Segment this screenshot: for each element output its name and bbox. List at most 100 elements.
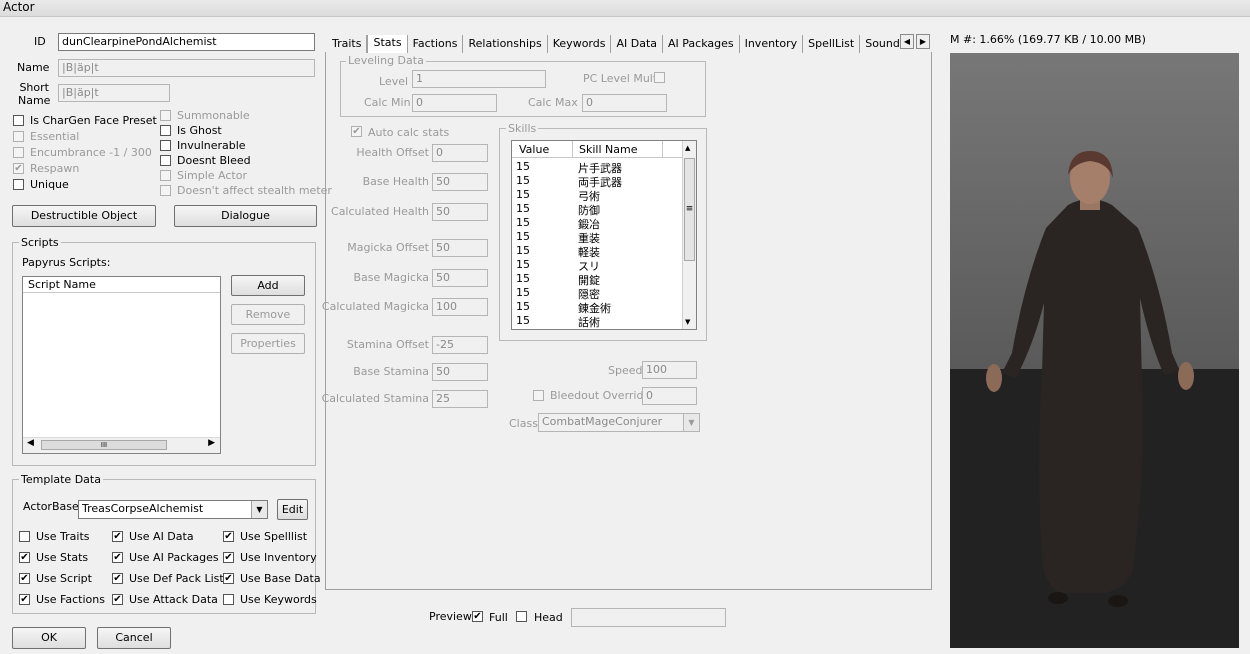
- properties-button[interactable]: Properties: [231, 333, 305, 354]
- skill-row[interactable]: 15 弓術: [512, 188, 682, 203]
- skill-row[interactable]: 15 鍛冶: [512, 216, 682, 231]
- skills-scroll-thumb[interactable]: ≡: [684, 158, 695, 261]
- template-option-checkbox[interactable]: ✔: [112, 573, 123, 584]
- class-select[interactable]: CombatMageConjurer ▼: [538, 413, 700, 432]
- bleedout-checkbox[interactable]: [533, 390, 544, 401]
- level-input[interactable]: 1: [412, 70, 546, 88]
- dialogue-button[interactable]: Dialogue: [174, 205, 317, 227]
- flag-label: Doesnt Bleed: [177, 154, 251, 167]
- auto-calc-checkbox[interactable]: ✔: [351, 126, 362, 137]
- speed-input[interactable]: 100: [642, 361, 697, 379]
- preview-head-checkbox[interactable]: [516, 611, 527, 622]
- short-name-input[interactable]: |B|äp|t: [58, 84, 170, 102]
- flag-checkbox[interactable]: [13, 147, 24, 158]
- tab-scroll-right-icon[interactable]: ▶: [916, 34, 930, 49]
- template-option-checkbox[interactable]: ✔: [223, 531, 234, 542]
- flag-label: Is CharGen Face Preset: [30, 114, 157, 127]
- tab-stats[interactable]: Stats: [367, 35, 408, 53]
- stat-field-input[interactable]: 50: [432, 203, 488, 221]
- dropdown-arrow-icon[interactable]: ▼: [251, 501, 267, 518]
- stat-field-input[interactable]: 50: [432, 239, 488, 257]
- tab-scroll-left-icon[interactable]: ◀: [900, 34, 914, 49]
- add-script-button[interactable]: Add: [231, 275, 305, 296]
- skill-row[interactable]: 15 片手武器: [512, 160, 682, 175]
- flag-checkbox[interactable]: [160, 140, 171, 151]
- skill-row[interactable]: 15 両手武器: [512, 174, 682, 189]
- skills-vscrollbar[interactable]: ▲ ≡ ▼: [682, 141, 696, 329]
- tab-keywords[interactable]: Keywords: [548, 35, 612, 53]
- template-option-checkbox[interactable]: ✔: [223, 573, 234, 584]
- stat-field-input[interactable]: 0: [432, 144, 488, 162]
- stat-field-input[interactable]: 50: [432, 363, 488, 381]
- scroll-left-icon[interactable]: ◀: [27, 438, 34, 448]
- flag-checkbox[interactable]: [160, 125, 171, 136]
- skill-row[interactable]: 15 防御: [512, 202, 682, 217]
- id-input[interactable]: dunClearpinePondAlchemist: [58, 33, 315, 51]
- edit-template-button[interactable]: Edit: [277, 499, 308, 520]
- stat-field-input[interactable]: 50: [432, 173, 488, 191]
- class-dropdown-arrow-icon[interactable]: ▼: [683, 414, 699, 431]
- cancel-button[interactable]: Cancel: [97, 627, 171, 649]
- pc-level-mult-checkbox[interactable]: [654, 72, 665, 83]
- stat-field-input[interactable]: 25: [432, 390, 488, 408]
- remove-script-button[interactable]: Remove: [231, 304, 305, 325]
- template-option-checkbox[interactable]: [19, 531, 30, 542]
- skill-row[interactable]: 15 錬金術: [512, 300, 682, 315]
- tab-spelllist[interactable]: SpellList: [803, 35, 861, 53]
- bleedout-input[interactable]: 0: [642, 387, 697, 405]
- template-option-checkbox[interactable]: ✔: [19, 594, 30, 605]
- flag-checkbox[interactable]: [160, 170, 171, 181]
- template-option-checkbox[interactable]: ✔: [112, 531, 123, 542]
- ok-button[interactable]: OK: [12, 627, 86, 649]
- template-option-checkbox[interactable]: ✔: [112, 552, 123, 563]
- skill-row[interactable]: 15 話術: [512, 314, 682, 329]
- tab-traits[interactable]: Traits: [327, 35, 368, 53]
- tab-ai-data[interactable]: AI Data: [611, 35, 663, 53]
- template-option-checkbox[interactable]: ✔: [19, 573, 30, 584]
- flag-checkbox[interactable]: [160, 185, 171, 196]
- scroll-down-icon[interactable]: ▼: [685, 318, 690, 326]
- skill-name-column[interactable]: Skill Name: [579, 143, 637, 156]
- scroll-thumb[interactable]: III: [41, 440, 167, 450]
- flag-label: Is Ghost: [177, 124, 222, 137]
- skill-row[interactable]: 15 重装: [512, 230, 682, 245]
- stat-field-input[interactable]: -25: [432, 336, 488, 354]
- skill-row[interactable]: 15 開錠: [512, 272, 682, 287]
- name-input[interactable]: |B|äp|t: [58, 59, 315, 77]
- flag-checkbox[interactable]: [13, 131, 24, 142]
- destructible-object-button[interactable]: Destructible Object: [12, 205, 156, 227]
- tab-inventory[interactable]: Inventory: [740, 35, 804, 53]
- skill-row[interactable]: 15 隠密: [512, 286, 682, 301]
- scroll-right-icon[interactable]: ▶: [208, 438, 215, 448]
- skills-list[interactable]: Value Skill Name 15 片手武器 15 両手武器 15 弓術 15 防御 15 鍛…: [511, 140, 697, 330]
- actorbase-select[interactable]: TreasCorpseAlchemist ▼: [78, 500, 268, 519]
- flag-checkbox[interactable]: [160, 155, 171, 166]
- tab-factions[interactable]: Factions: [408, 35, 464, 53]
- calc-min-input[interactable]: 0: [412, 94, 497, 112]
- script-list-hscrollbar[interactable]: ◀ III ▶: [23, 437, 220, 453]
- flag-checkbox[interactable]: [13, 179, 24, 190]
- scroll-up-icon[interactable]: ▲: [685, 144, 690, 152]
- flag-checkbox[interactable]: [13, 115, 24, 126]
- template-option-checkbox[interactable]: ✔: [112, 594, 123, 605]
- calc-max-input[interactable]: 0: [582, 94, 667, 112]
- tab-ai-packages[interactable]: AI Packages: [663, 35, 740, 53]
- template-option-checkbox[interactable]: ✔: [223, 552, 234, 563]
- preview-full-checkbox[interactable]: ✔: [472, 611, 483, 622]
- stat-field-input[interactable]: 50: [432, 269, 488, 287]
- flag-checkbox[interactable]: [160, 110, 171, 121]
- template-option-checkbox[interactable]: [223, 594, 234, 605]
- value-column[interactable]: Value: [519, 143, 549, 156]
- skill-row[interactable]: 15 スリ: [512, 258, 682, 273]
- flag-checkbox[interactable]: ✔: [13, 163, 24, 174]
- preview-viewport[interactable]: [950, 53, 1239, 648]
- skill-row[interactable]: 15 軽装: [512, 244, 682, 259]
- script-name-column[interactable]: Script Name: [23, 277, 220, 293]
- tab-sounds[interactable]: Sounds: [860, 35, 899, 53]
- template-option-checkbox[interactable]: ✔: [19, 552, 30, 563]
- script-list[interactable]: Script Name ◀ III ▶: [22, 276, 221, 454]
- stat-field-input[interactable]: 100: [432, 298, 488, 316]
- tab-relationships[interactable]: Relationships: [463, 35, 548, 53]
- flag-label: Simple Actor: [177, 169, 248, 182]
- preview-input[interactable]: [571, 608, 726, 627]
